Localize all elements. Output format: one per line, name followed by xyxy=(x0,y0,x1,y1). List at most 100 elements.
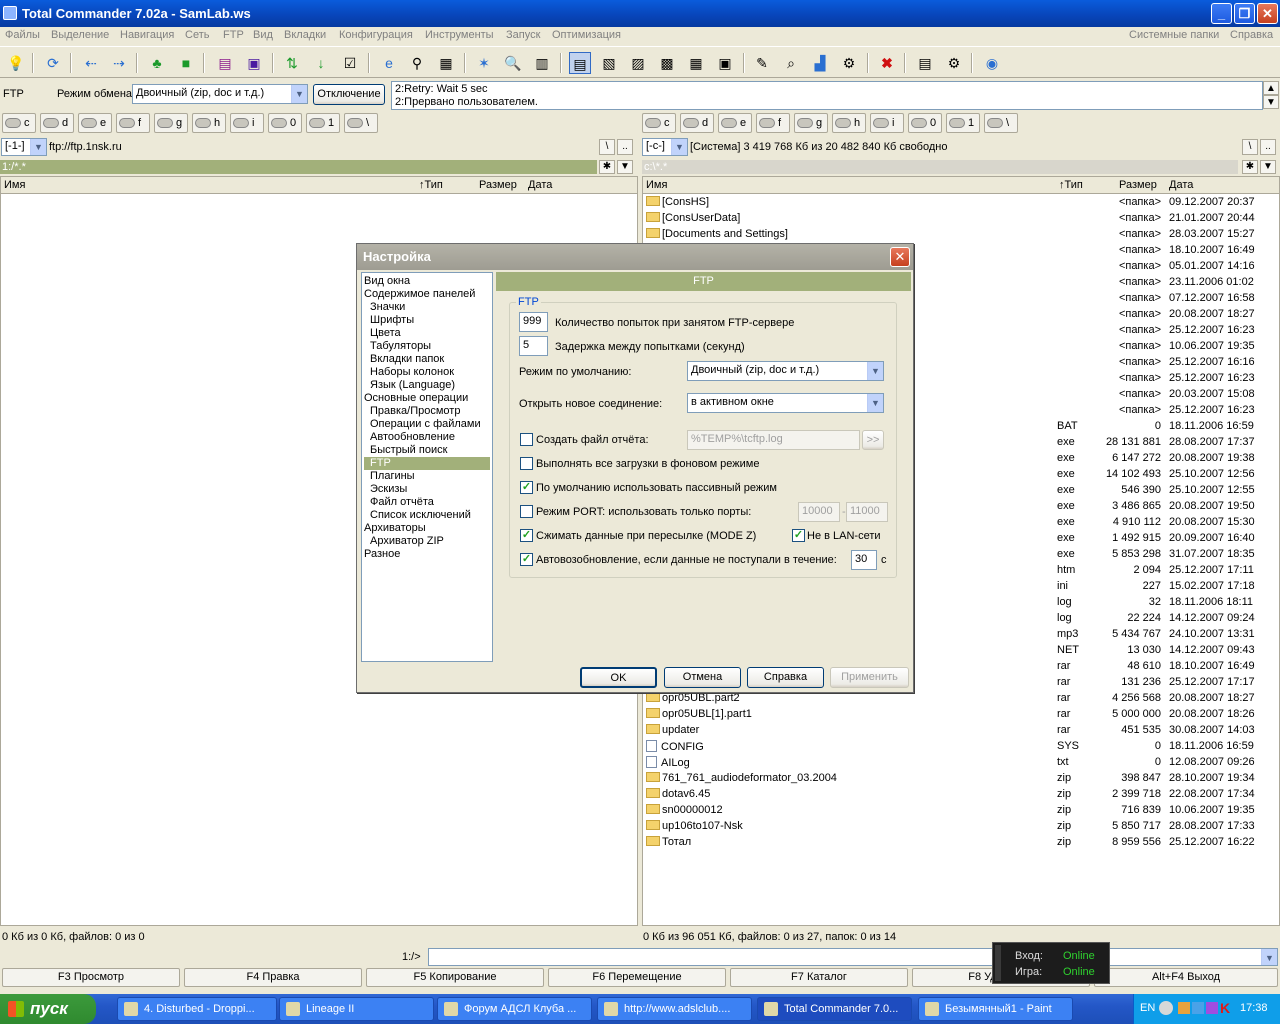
task-button[interactable]: http://www.adslclub.... xyxy=(597,997,752,1021)
menu-optimize[interactable]: Оптимизация xyxy=(552,29,621,41)
compare-icon[interactable]: ☑ xyxy=(339,52,361,74)
col-size[interactable]: Размер xyxy=(479,179,517,191)
close-button[interactable]: ✕ xyxy=(1257,3,1278,24)
tray-icon[interactable] xyxy=(1178,1002,1190,1014)
settings-tree-item[interactable]: Список исключений xyxy=(364,509,471,522)
refresh-icon[interactable]: ⟳ xyxy=(42,52,64,74)
dialog-title[interactable]: Настройка xyxy=(357,244,913,270)
drive-button[interactable]: 1 xyxy=(946,113,980,133)
settings-tree-item[interactable]: FTP xyxy=(364,457,490,470)
detail-view-icon[interactable]: ▧ xyxy=(598,52,620,74)
tools-icon[interactable]: ✎ xyxy=(751,52,773,74)
task-button[interactable]: Форум АДСЛ Клуба ... xyxy=(437,997,592,1021)
drive-button[interactable]: i xyxy=(870,113,904,133)
delete-icon[interactable]: ✖ xyxy=(876,52,898,74)
menu-system-folders[interactable]: Системные папки xyxy=(1129,29,1219,41)
tray-arrow-icon[interactable] xyxy=(1159,1001,1173,1015)
app-icon[interactable] xyxy=(3,6,17,20)
chevron-down-icon[interactable]: ▼ xyxy=(30,139,46,155)
menu-selection[interactable]: Выделение xyxy=(51,29,109,41)
drive-button[interactable]: c xyxy=(2,113,36,133)
f7-mkdir-button[interactable]: F7 Каталог xyxy=(730,968,908,987)
col-name[interactable]: Имя xyxy=(646,179,667,191)
browse-log-button[interactable]: >> xyxy=(862,430,884,450)
exit-button[interactable]: Alt+F4 Выход xyxy=(1094,968,1278,987)
help-button[interactable]: Справка xyxy=(747,667,824,688)
settings-tree-item[interactable]: Операции с файлами xyxy=(364,418,481,431)
maximize-button[interactable]: ❐ xyxy=(1234,3,1255,24)
file-row[interactable]: up106to107-Nsk zip 5 850 717 28.08.2007 17:… xyxy=(643,819,1279,835)
menu-files[interactable]: Файлы xyxy=(5,29,40,41)
find-icon[interactable]: ⌕ xyxy=(780,52,802,74)
kaspersky-icon[interactable]: K xyxy=(1220,1000,1230,1016)
chevron-down-icon[interactable]: ▼ xyxy=(867,362,883,380)
quickview-icon[interactable]: ▩ xyxy=(656,52,678,74)
col-date[interactable]: Дата xyxy=(1169,179,1193,191)
f4-edit-button[interactable]: F4 Правка xyxy=(184,968,362,987)
chevron-down-icon[interactable]: ▼ xyxy=(867,394,883,412)
file-row[interactable]: [ConsHS] <папка> 09.12.2007 20:37 xyxy=(643,195,1279,211)
options-icon[interactable]: ▤ xyxy=(914,52,936,74)
network-drive-button[interactable]: \ xyxy=(344,113,378,133)
menu-network[interactable]: Сеть xyxy=(185,29,209,41)
settings-tree-item[interactable]: Язык (Language) xyxy=(364,379,455,392)
left-drive-select[interactable]: [-1-] ▼ xyxy=(1,138,47,156)
up-button[interactable]: .. xyxy=(617,139,633,155)
settings-tree-item[interactable]: Правка/Просмотр xyxy=(364,405,460,418)
settings-tree-item[interactable]: Плагины xyxy=(364,470,415,483)
file-row[interactable]: opr05UBL.part2 rar 4 256 568 20.08.2007 18:… xyxy=(643,691,1279,707)
port-to-input[interactable]: 11000 xyxy=(846,502,888,522)
notepad-icon[interactable]: ▥ xyxy=(531,52,553,74)
up-button[interactable]: .. xyxy=(1260,139,1276,155)
col-date[interactable]: Дата xyxy=(528,179,552,191)
task-button[interactable]: Lineage II xyxy=(279,997,434,1021)
menu-tools[interactable]: Инструменты xyxy=(425,29,494,41)
file-row[interactable]: sn00000012 zip 716 839 10.06.2007 19:35 xyxy=(643,803,1279,819)
settings-tree-item[interactable]: Основные операции xyxy=(364,392,468,405)
settings-tree-item[interactable]: Автообновление xyxy=(364,431,455,444)
thumbnail-icon[interactable]: ▦ xyxy=(685,52,707,74)
ftp-log[interactable]: 2:Retry: Wait 5 sec 2:Прервано пользоват… xyxy=(391,81,1263,110)
tree-view-icon[interactable]: ▨ xyxy=(627,52,649,74)
log-path-input[interactable]: %TEMP%\tcftp.log xyxy=(687,430,860,450)
file-row[interactable]: [Documents and Settings] <папка> 28.03.200… xyxy=(643,227,1279,243)
settings-tree-item[interactable]: Цвета xyxy=(364,327,401,340)
apply-button[interactable]: Применить xyxy=(830,667,909,688)
dialog-close-button[interactable]: ✕ xyxy=(890,247,910,267)
drive-button[interactable]: f xyxy=(756,113,790,133)
right-filter[interactable]: c:\*.* xyxy=(642,160,1238,174)
log-scroll-down[interactable]: ▼ xyxy=(1263,95,1279,109)
right-drive-select[interactable]: [-c-] ▼ xyxy=(642,138,688,156)
file-row[interactable]: [ConsUserData] <папка> 21.01.2007 20:44 xyxy=(643,211,1279,227)
disconnect-button[interactable]: Отключение xyxy=(313,84,385,105)
col-size[interactable]: Размер xyxy=(1119,179,1157,191)
network-drive-button[interactable]: \ xyxy=(984,113,1018,133)
drive-button[interactable]: 1 xyxy=(306,113,340,133)
network-icon[interactable]: ▟ xyxy=(809,52,831,74)
start-button[interactable]: пуск xyxy=(0,994,96,1024)
ok-button[interactable]: OK xyxy=(580,667,657,688)
menu-navigation[interactable]: Навигация xyxy=(120,29,174,41)
sort-az-icon[interactable]: ↓ xyxy=(310,52,332,74)
drive-button[interactable]: e xyxy=(78,113,112,133)
drive-button[interactable]: g xyxy=(154,113,188,133)
drive-button[interactable]: 0 xyxy=(908,113,942,133)
drive-button[interactable]: h xyxy=(192,113,226,133)
file-row[interactable]: 761_761_audiodeformator_03.2004 zip 398 84… xyxy=(643,771,1279,787)
settings-tree-item[interactable]: Архиватор ZIP xyxy=(364,535,444,548)
zip-icon[interactable]: ▣ xyxy=(243,52,265,74)
drive-button[interactable]: g xyxy=(794,113,828,133)
settings-tree-item[interactable]: Шрифты xyxy=(364,314,414,327)
calculator-icon[interactable]: ▦ xyxy=(435,52,457,74)
star-icon[interactable]: ✱ xyxy=(599,160,615,174)
drive-button[interactable]: i xyxy=(230,113,264,133)
forward-icon[interactable]: ⇢ xyxy=(108,52,130,74)
chevron-down-icon[interactable]: ▼ xyxy=(617,160,633,174)
chevron-down-icon[interactable]: ▼ xyxy=(1261,949,1277,965)
file-row[interactable]: CONFIG SYS 0 18.11.2006 16:59 xyxy=(643,739,1279,755)
globe-icon[interactable]: ◉ xyxy=(981,52,1003,74)
star-icon[interactable]: ✱ xyxy=(1242,160,1258,174)
transfer-mode-select[interactable]: Двоичный (zip, doc и т.д.) ▼ xyxy=(132,84,308,104)
background-transfer-checkbox[interactable] xyxy=(520,457,533,470)
chevron-down-icon[interactable]: ▼ xyxy=(671,139,687,155)
